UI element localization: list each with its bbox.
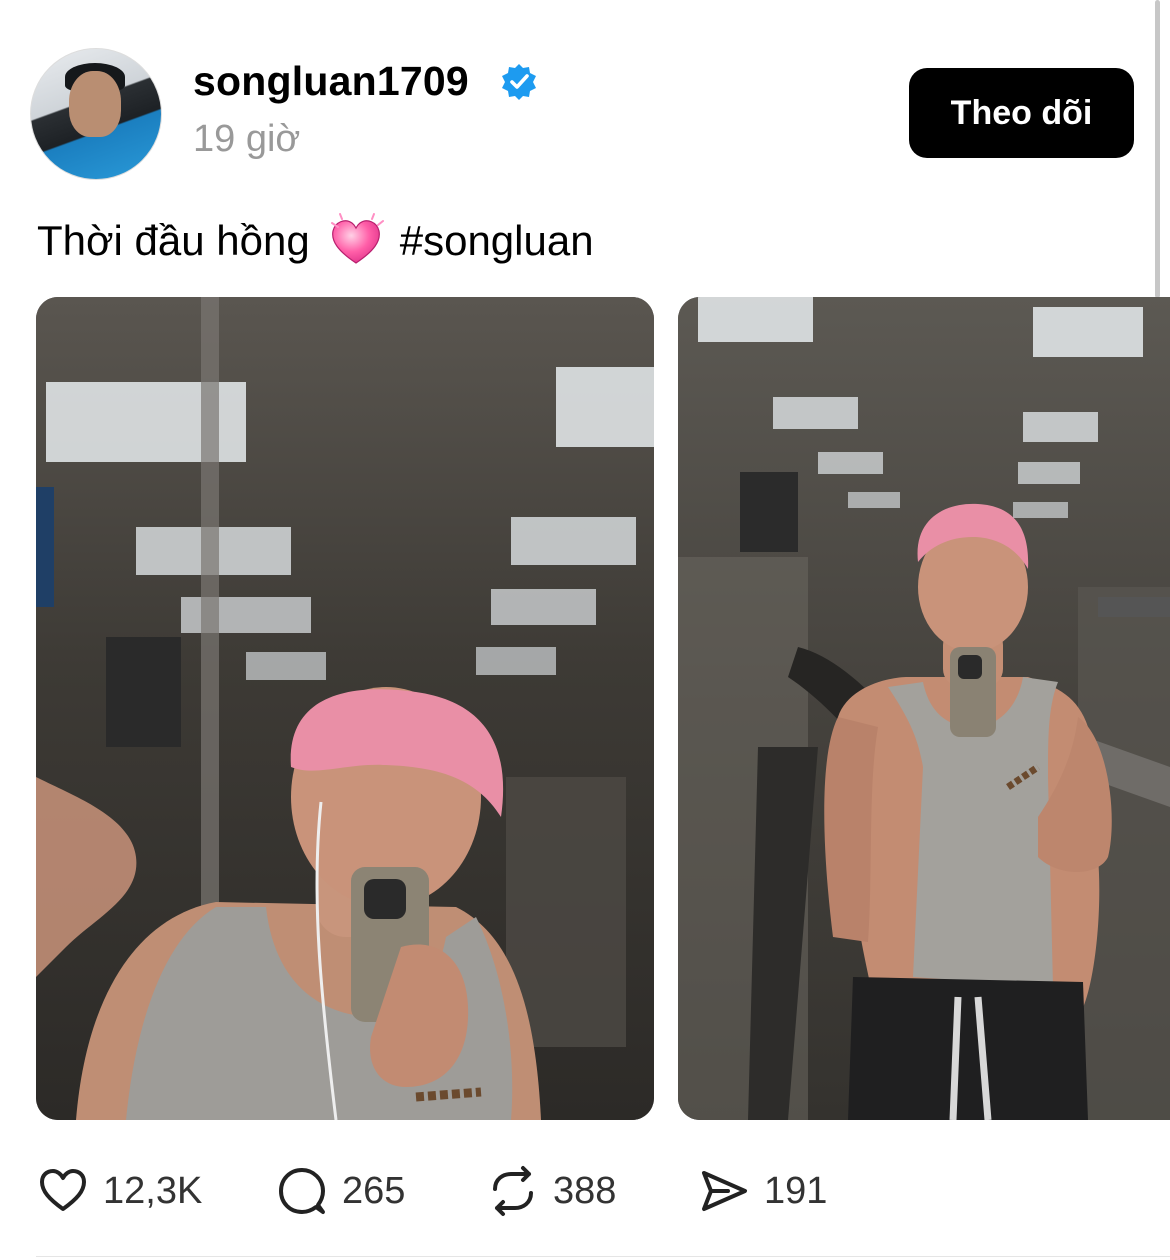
- like-button[interactable]: 12,3K: [37, 1163, 202, 1219]
- divider: [36, 1256, 1170, 1257]
- repost-count: 388: [553, 1169, 617, 1212]
- share-count: 191: [764, 1169, 828, 1212]
- comment-icon: [279, 1168, 325, 1214]
- caption-text: Thời đầu hồng: [37, 217, 310, 264]
- username[interactable]: songluan1709: [193, 58, 469, 105]
- avatar[interactable]: [30, 48, 162, 180]
- share-button[interactable]: 191: [698, 1163, 827, 1219]
- repost-button[interactable]: 388: [487, 1163, 616, 1219]
- mirror-selfie-photo: [36, 297, 654, 1120]
- like-count: 12,3K: [103, 1169, 203, 1212]
- post-time: 19 giờ: [193, 118, 301, 160]
- heart-emoji-icon: [330, 213, 384, 264]
- scrollbar[interactable]: [1155, 0, 1160, 298]
- gym-selfie-photo: [678, 297, 1170, 1120]
- follow-button[interactable]: Theo dõi: [909, 68, 1134, 158]
- post-photo-1[interactable]: [36, 297, 654, 1120]
- verified-badge-icon: [502, 64, 536, 100]
- avatar-face: [69, 71, 121, 137]
- comment-button[interactable]: 265: [276, 1163, 405, 1219]
- heart-icon: [40, 1169, 86, 1211]
- comment-count: 265: [342, 1169, 406, 1212]
- hashtag-link[interactable]: #songluan: [400, 217, 594, 265]
- post-caption: Thời đầu hồng #songluan: [37, 213, 594, 269]
- send-icon: [702, 1171, 747, 1211]
- post-photo-2[interactable]: [678, 297, 1170, 1120]
- repost-icon: [493, 1166, 533, 1216]
